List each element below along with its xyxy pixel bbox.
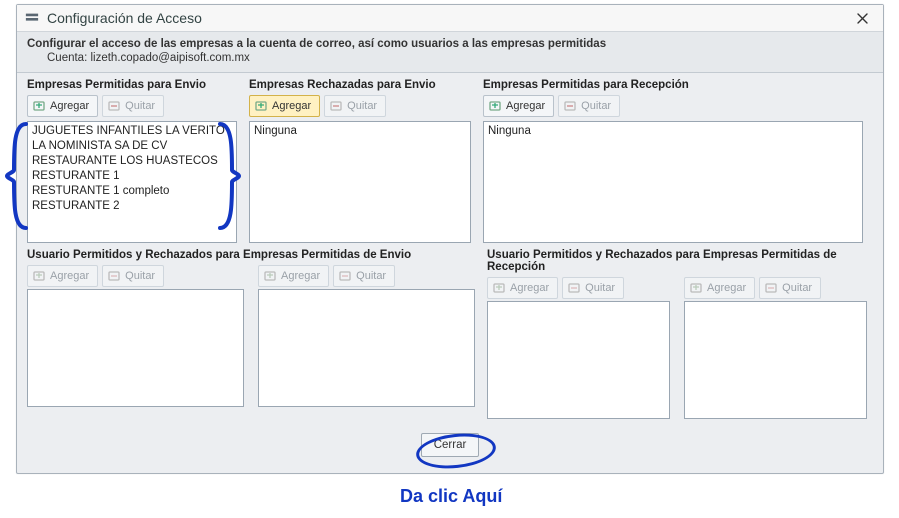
remove-label: Quitar	[581, 100, 611, 112]
bottom-row: Usuario Permitidos y Rechazados para Emp…	[27, 249, 873, 419]
rejected-send-add-button[interactable]: Agregar	[249, 95, 320, 117]
add-label: Agregar	[510, 282, 549, 294]
group-receive-right-toolbar: Agregar Quitar	[684, 277, 867, 299]
window-close-button[interactable]	[845, 5, 879, 31]
allowed-send-add-button[interactable]: Agregar	[27, 95, 98, 117]
remove-label: Quitar	[125, 100, 155, 112]
list-item[interactable]: Ninguna	[254, 124, 466, 139]
group-send-left-list[interactable]	[27, 289, 244, 407]
group-receive-left-add[interactable]: Agregar	[487, 277, 558, 299]
allowed-receive-toolbar: Agregar Quitar	[483, 95, 863, 117]
group-send-left-remove[interactable]: Quitar	[102, 265, 164, 287]
instruction-text: Configurar el acceso de las empresas a l…	[27, 38, 873, 50]
group-send-left-toolbar: Agregar Quitar	[27, 265, 244, 287]
group-send-users: Usuario Permitidos y Rechazados para Emp…	[27, 249, 475, 419]
remove-label: Quitar	[125, 270, 155, 282]
remove-label: Quitar	[356, 270, 386, 282]
allowed-receive-title: Empresas Permitidas para Recepción	[483, 79, 863, 91]
list-item[interactable]: JUGUETES INFANTILES LA VERITO	[32, 124, 232, 139]
group-send-right-remove[interactable]: Quitar	[333, 265, 395, 287]
remove-icon	[107, 99, 121, 113]
list-item[interactable]: Ninguna	[488, 124, 858, 139]
allowed-receive-list[interactable]: Ninguna	[483, 121, 863, 243]
group-receive-users: Usuario Permitidos y Rechazados para Emp…	[487, 249, 867, 419]
top-row: Empresas Permitidas para Envio Agregar Q…	[27, 79, 873, 243]
panel-allowed-send: Empresas Permitidas para Envio Agregar Q…	[27, 79, 237, 243]
remove-label: Quitar	[347, 100, 377, 112]
add-icon	[263, 269, 277, 283]
allowed-send-remove-button[interactable]: Quitar	[102, 95, 164, 117]
panel-rejected-send: Empresas Rechazadas para Envio Agregar Q…	[249, 79, 471, 243]
group-send-right-list[interactable]	[258, 289, 475, 407]
account-label: Cuenta:	[47, 52, 87, 64]
list-item[interactable]: RESTAURANTE LOS HUASTECOS	[32, 154, 232, 169]
titlebar: Configuración de Acceso	[17, 5, 883, 32]
add-label: Agregar	[281, 270, 320, 282]
group-receive-dual: Agregar Quitar	[487, 277, 867, 419]
remove-icon	[107, 269, 121, 283]
group-receive-title: Usuario Permitidos y Rechazados para Emp…	[487, 249, 867, 273]
group-receive-right-remove[interactable]: Quitar	[759, 277, 821, 299]
app-icon	[25, 11, 39, 25]
group-receive-right-list[interactable]	[684, 301, 867, 419]
remove-label: Quitar	[782, 282, 812, 294]
content-area: Empresas Permitidas para Envio Agregar Q…	[17, 73, 883, 475]
group-send-right-add[interactable]: Agregar	[258, 265, 329, 287]
footer: Cerrar	[27, 425, 873, 465]
add-icon	[492, 281, 506, 295]
add-label: Agregar	[50, 100, 89, 112]
window-title: Configuración de Acceso	[47, 10, 202, 26]
rejected-send-title: Empresas Rechazadas para Envio	[249, 79, 471, 91]
add-label: Agregar	[50, 270, 89, 282]
group-receive-left: Agregar Quitar	[487, 277, 670, 419]
group-receive-left-list[interactable]	[487, 301, 670, 419]
list-item[interactable]: RESTURANTE 1 completo	[32, 184, 232, 199]
list-item[interactable]: LA NOMINISTA SA DE CV	[32, 139, 232, 154]
add-icon	[488, 99, 502, 113]
rejected-send-list[interactable]: Ninguna	[249, 121, 471, 243]
allowed-send-list[interactable]: JUGUETES INFANTILES LA VERITOLA NOMINIST…	[27, 121, 237, 243]
allowed-receive-remove-button[interactable]: Quitar	[558, 95, 620, 117]
group-receive-right-add[interactable]: Agregar	[684, 277, 755, 299]
account-value: lizeth.copado@aipisoft.com.mx	[90, 52, 249, 64]
add-icon	[254, 99, 268, 113]
close-label: Cerrar	[434, 439, 467, 451]
group-receive-left-toolbar: Agregar Quitar	[487, 277, 670, 299]
add-icon	[32, 269, 46, 283]
account-line: Cuenta: lizeth.copado@aipisoft.com.mx	[27, 52, 873, 64]
add-label: Agregar	[707, 282, 746, 294]
group-send-left: Agregar Quitar	[27, 265, 244, 407]
close-button[interactable]: Cerrar	[421, 433, 480, 457]
allowed-send-toolbar: Agregar Quitar	[27, 95, 237, 117]
allowed-receive-add-button[interactable]: Agregar	[483, 95, 554, 117]
add-icon	[689, 281, 703, 295]
rejected-send-remove-button[interactable]: Quitar	[324, 95, 386, 117]
group-send-right-toolbar: Agregar Quitar	[258, 265, 475, 287]
remove-icon	[563, 99, 577, 113]
remove-icon	[567, 281, 581, 295]
add-icon	[32, 99, 46, 113]
group-receive-right: Agregar Quitar	[684, 277, 867, 419]
annotation-callout: Da clic Aquí	[400, 486, 502, 507]
remove-icon	[338, 269, 352, 283]
list-item[interactable]: RESTURANTE 1	[32, 169, 232, 184]
group-receive-left-remove[interactable]: Quitar	[562, 277, 624, 299]
list-item[interactable]: RESTURANTE 2	[32, 199, 232, 214]
group-send-dual: Agregar Quitar	[27, 265, 475, 407]
remove-icon	[764, 281, 778, 295]
panel-allowed-receive: Empresas Permitidas para Recepción Agreg…	[483, 79, 863, 243]
info-bar: Configurar el acceso de las empresas a l…	[17, 32, 883, 73]
allowed-send-title: Empresas Permitidas para Envio	[27, 79, 237, 91]
group-send-title: Usuario Permitidos y Rechazados para Emp…	[27, 249, 475, 261]
close-icon	[857, 13, 868, 24]
remove-label: Quitar	[585, 282, 615, 294]
add-label: Agregar	[272, 100, 311, 112]
add-label: Agregar	[506, 100, 545, 112]
remove-icon	[329, 99, 343, 113]
group-send-right: Agregar Quitar	[258, 265, 475, 407]
config-window: Configuración de Acceso Configurar el ac…	[16, 4, 884, 474]
rejected-send-toolbar: Agregar Quitar	[249, 95, 471, 117]
group-send-left-add[interactable]: Agregar	[27, 265, 98, 287]
